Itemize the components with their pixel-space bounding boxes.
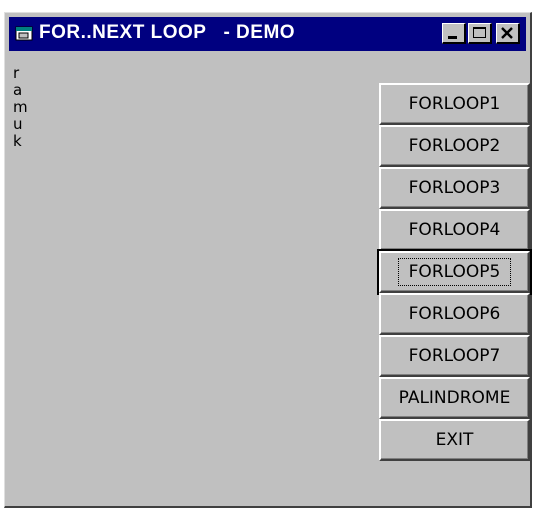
close-icon	[501, 27, 513, 39]
minimize-icon	[448, 36, 457, 39]
output-line: r	[13, 64, 20, 82]
forloop7-label: FORLOOP7	[408, 346, 501, 366]
output-line: k	[13, 132, 22, 150]
output-line: u	[13, 115, 23, 133]
palindrome-button[interactable]: PALINDROME	[379, 377, 530, 419]
forloop5-label: FORLOOP5	[397, 258, 512, 286]
forloop2-label: FORLOOP2	[408, 136, 501, 156]
forloop7-button[interactable]: FORLOOP7	[379, 335, 530, 377]
palindrome-label: PALINDROME	[398, 388, 511, 408]
title-bar[interactable]: FOR..NEXT LOOP - DEMO	[9, 17, 526, 51]
window-title: FOR..NEXT LOOP - DEMO	[39, 22, 296, 43]
output-line: m	[13, 98, 28, 116]
forloop1-label: FORLOOP1	[408, 94, 501, 114]
output-line: a	[13, 81, 23, 99]
output-area: ramuk	[13, 65, 33, 150]
maximize-icon	[473, 27, 486, 38]
forloop1-button[interactable]: FORLOOP1	[379, 83, 530, 125]
forloop3-button[interactable]: FORLOOP3	[379, 167, 530, 209]
forloop2-button[interactable]: FORLOOP2	[379, 125, 530, 167]
close-button[interactable]	[496, 23, 520, 44]
exit-label: EXIT	[435, 430, 474, 450]
forloop4-button[interactable]: FORLOOP4	[379, 209, 530, 251]
app-window-icon[interactable]	[15, 26, 33, 41]
minimize-button[interactable]	[442, 23, 466, 44]
maximize-button[interactable]	[468, 23, 492, 44]
forloop4-label: FORLOOP4	[408, 220, 501, 240]
forloop3-label: FORLOOP3	[408, 178, 501, 198]
app-window: FOR..NEXT LOOP - DEMO ramuk FORLOOP1 FORL…	[4, 12, 532, 508]
forloop5-button[interactable]: FORLOOP5	[377, 249, 532, 295]
forloop6-button[interactable]: FORLOOP6	[379, 293, 530, 335]
exit-button[interactable]: EXIT	[379, 419, 530, 461]
forloop6-label: FORLOOP6	[408, 304, 501, 324]
